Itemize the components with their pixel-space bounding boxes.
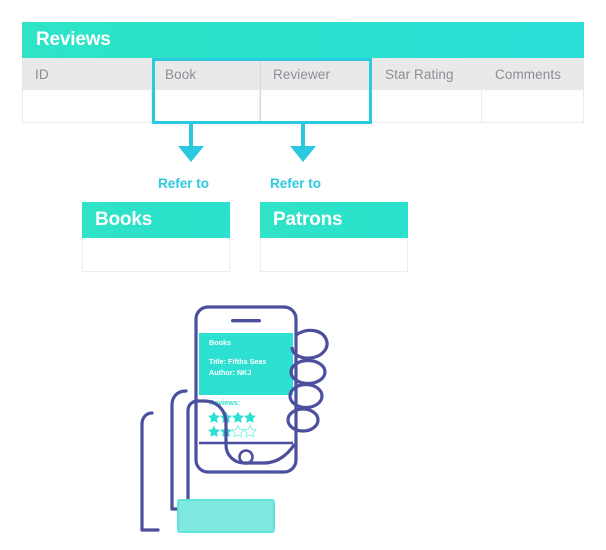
table-header-row: ID Book Reviewer Star Rating Comments <box>22 58 584 90</box>
hand-wrist-outline <box>140 411 160 532</box>
entity-books-header: Books <box>82 202 230 238</box>
arrow-head <box>290 146 316 162</box>
column-header-star-rating[interactable]: Star Rating <box>372 58 482 90</box>
reviews-table: Reviews ID Book Reviewer Star Rating Com… <box>22 22 584 124</box>
entity-books-body <box>82 238 230 272</box>
column-header-reviewer[interactable]: Reviewer <box>260 58 372 90</box>
refer-to-label-reviewer: Refer to <box>270 176 322 191</box>
hand-holding-phone-illustration: Books Title: Fifths Seas Author: NKJ Rev… <box>0 295 606 550</box>
column-header-comments[interactable]: Comments <box>482 58 584 90</box>
entity-patrons-header: Patrons <box>260 202 408 238</box>
entity-patrons-title: Patrons <box>273 209 343 230</box>
phone-app-title: Books <box>209 338 231 347</box>
phone-speaker <box>231 319 261 323</box>
page-title: Reviews <box>36 29 111 50</box>
arrow-head <box>178 146 204 162</box>
table-cell-book[interactable] <box>152 90 260 123</box>
table-cell-comments[interactable] <box>482 90 584 123</box>
reviews-table-title-bar: Reviews <box>22 22 584 58</box>
entity-patrons-body <box>260 238 408 272</box>
arrow-down-icon-reviewer <box>290 124 316 162</box>
table-row <box>22 90 584 123</box>
table-cell-reviewer[interactable] <box>260 90 372 123</box>
entity-books-title: Books <box>95 209 153 230</box>
table-cell-star-rating[interactable] <box>372 90 482 123</box>
column-header-book[interactable]: Book <box>152 58 260 90</box>
entity-table-patrons: Patrons <box>260 202 408 272</box>
column-header-id[interactable]: ID <box>22 58 152 90</box>
base-platform <box>177 499 275 533</box>
phone-book-author: Author: NKJ <box>209 368 251 377</box>
refer-to-label-book: Refer to <box>158 176 210 191</box>
phone-book-title: Title: Fifths Seas <box>209 357 266 366</box>
entity-table-books: Books <box>82 202 230 272</box>
arrow-down-icon-book <box>178 124 204 162</box>
table-cell-id[interactable] <box>22 90 152 123</box>
